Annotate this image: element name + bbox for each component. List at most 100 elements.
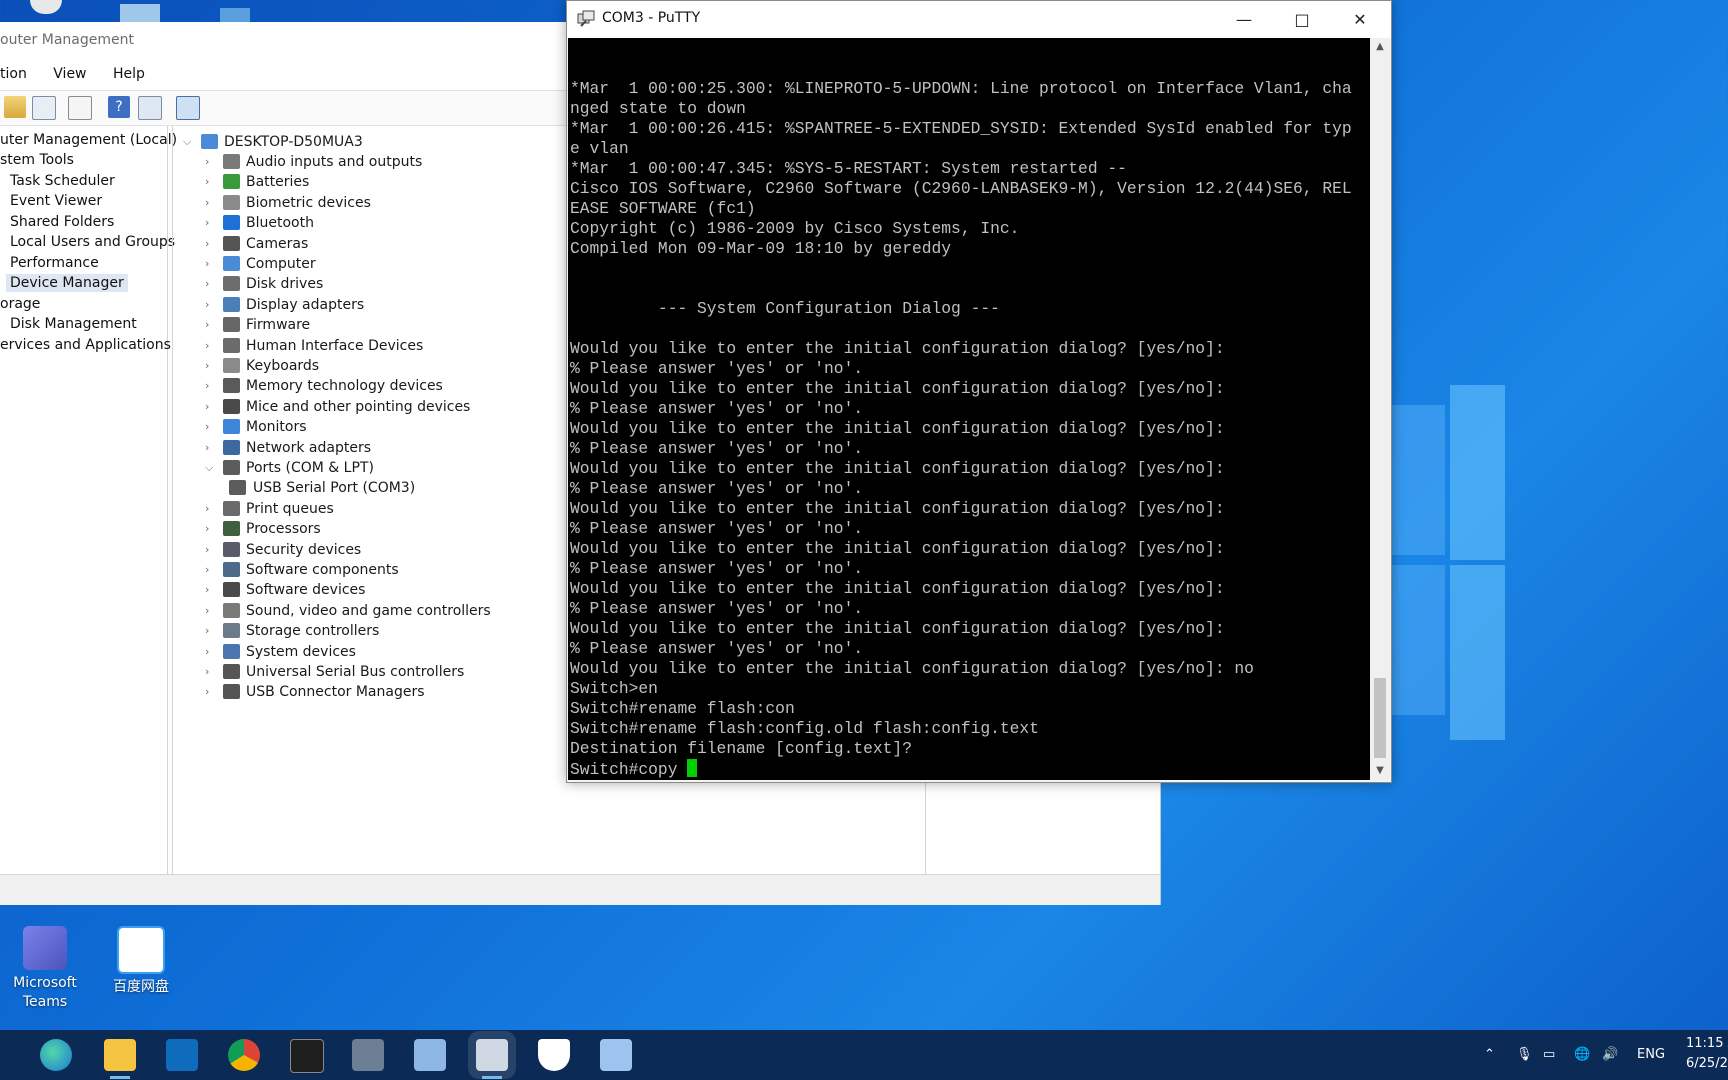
device-category[interactable]: › Display adapters bbox=[205, 295, 585, 315]
battery-icon[interactable]: ▭ bbox=[1543, 1030, 1555, 1080]
device-category[interactable]: › Mice and other pointing devices bbox=[205, 397, 585, 417]
device-category[interactable]: › USB Connector Managers bbox=[205, 682, 585, 702]
device-category[interactable]: › Processors bbox=[205, 519, 585, 539]
clock[interactable]: 11:15 A 6/25/2 bbox=[1686, 1034, 1728, 1074]
close-button[interactable]: ✕ bbox=[1331, 1, 1389, 38]
device-category[interactable]: › Storage controllers bbox=[205, 621, 585, 641]
view-toggle-icon[interactable] bbox=[138, 96, 162, 120]
device-category[interactable]: › Sound, video and game controllers bbox=[205, 601, 585, 621]
chevron-down-icon[interactable]: ⌵ bbox=[205, 458, 217, 478]
show-hide-tree-icon[interactable] bbox=[32, 96, 56, 120]
device-category[interactable]: › Human Interface Devices bbox=[205, 336, 585, 356]
device-category[interactable]: › Disk drives bbox=[205, 274, 585, 294]
menu-action[interactable]: tion bbox=[0, 66, 27, 82]
volume-icon[interactable]: 🔊 bbox=[1602, 1030, 1618, 1080]
edge-icon[interactable] bbox=[40, 1039, 72, 1071]
device-category[interactable]: › Network adapters bbox=[205, 438, 585, 458]
device-category[interactable]: USB Serial Port (COM3) bbox=[229, 478, 609, 498]
device-category[interactable]: › System devices bbox=[205, 642, 585, 662]
up-folder-icon[interactable] bbox=[4, 96, 26, 118]
device-category[interactable]: › Security devices bbox=[205, 540, 585, 560]
tree-shared-folders[interactable]: Shared Folders bbox=[10, 214, 114, 230]
chevron-right-icon[interactable]: › bbox=[205, 315, 217, 335]
desktop-icon-teams[interactable]: Microsoft Teams bbox=[0, 926, 90, 1012]
chevron-right-icon[interactable]: › bbox=[205, 519, 217, 539]
chevron-down-icon[interactable]: ⌵ bbox=[183, 132, 195, 152]
microphone-icon[interactable]: 🎙 bbox=[1516, 1030, 1533, 1080]
menu-view[interactable]: View bbox=[53, 66, 86, 82]
terminal-scrollbar[interactable]: ▲ ▼ bbox=[1370, 38, 1390, 780]
chevron-right-icon[interactable]: › bbox=[205, 193, 217, 213]
tree-event-viewer[interactable]: Event Viewer bbox=[10, 193, 102, 209]
chevron-right-icon[interactable]: › bbox=[205, 417, 217, 437]
terminal-screen[interactable]: *Mar 1 00:00:25.300: %LINEPROTO-5-UPDOWN… bbox=[568, 38, 1370, 780]
device-root[interactable]: ⌵ DESKTOP-D50MUA3 bbox=[183, 132, 523, 152]
security-icon[interactable] bbox=[538, 1039, 570, 1071]
device-category[interactable]: › Biometric devices bbox=[205, 193, 585, 213]
remote-icon[interactable] bbox=[600, 1039, 632, 1071]
chevron-right-icon[interactable]: › bbox=[205, 438, 217, 458]
chevron-right-icon[interactable]: › bbox=[205, 254, 217, 274]
chevron-right-icon[interactable]: › bbox=[205, 356, 217, 376]
device-category[interactable]: ⌵ Ports (COM & LPT) bbox=[205, 458, 585, 478]
device-category[interactable]: › Memory technology devices bbox=[205, 376, 585, 396]
device-category[interactable]: › Universal Serial Bus controllers bbox=[205, 662, 585, 682]
desktop-icon-baidu[interactable]: 百度网盘 bbox=[96, 926, 186, 997]
chevron-right-icon[interactable]: › bbox=[205, 540, 217, 560]
device-category[interactable]: › Cameras bbox=[205, 234, 585, 254]
minimize-button[interactable]: — bbox=[1215, 1, 1273, 38]
chevron-right-icon[interactable]: › bbox=[205, 376, 217, 396]
tree-task-scheduler[interactable]: Task Scheduler bbox=[10, 173, 115, 189]
device-category[interactable]: › Bluetooth bbox=[205, 213, 585, 233]
calculator-icon[interactable] bbox=[352, 1039, 384, 1071]
tree-system-tools[interactable]: stem Tools bbox=[0, 152, 74, 168]
help-icon[interactable]: ? bbox=[108, 96, 130, 118]
putty-title-bar[interactable]: COM3 - PuTTY — □ ✕ bbox=[567, 1, 1391, 38]
device-category[interactable]: › Computer bbox=[205, 254, 585, 274]
tree-storage[interactable]: orage bbox=[0, 296, 40, 312]
tree-performance[interactable]: Performance bbox=[10, 255, 99, 271]
tree-device-manager[interactable]: Device Manager bbox=[6, 274, 128, 292]
tree-local-users[interactable]: Local Users and Groups bbox=[10, 234, 175, 250]
chevron-right-icon[interactable]: › bbox=[205, 499, 217, 519]
device-category[interactable]: › Print queues bbox=[205, 499, 585, 519]
putty-taskbar-icon[interactable] bbox=[476, 1039, 508, 1079]
chevron-right-icon[interactable]: › bbox=[205, 397, 217, 417]
device-category[interactable]: › Audio inputs and outputs bbox=[205, 152, 585, 172]
chevron-right-icon[interactable]: › bbox=[205, 172, 217, 192]
language-indicator[interactable]: ENG bbox=[1637, 1030, 1665, 1080]
tree-root[interactable]: uter Management (Local) bbox=[0, 132, 177, 148]
device-category[interactable]: › Software components bbox=[205, 560, 585, 580]
terminal-icon[interactable] bbox=[290, 1039, 324, 1073]
chevron-right-icon[interactable]: › bbox=[205, 642, 217, 662]
device-category[interactable]: › Monitors bbox=[205, 417, 585, 437]
device-category[interactable]: › Keyboards bbox=[205, 356, 585, 376]
chevron-right-icon[interactable]: › bbox=[205, 274, 217, 294]
chevron-right-icon[interactable]: › bbox=[205, 682, 217, 702]
chevron-right-icon[interactable]: › bbox=[205, 580, 217, 600]
chevron-right-icon[interactable]: › bbox=[205, 662, 217, 682]
computer-management-icon[interactable] bbox=[414, 1039, 446, 1071]
outlook-icon[interactable] bbox=[166, 1039, 198, 1071]
tree-services-apps[interactable]: ervices and Applications bbox=[0, 337, 171, 353]
chrome-icon[interactable] bbox=[228, 1039, 260, 1071]
chevron-right-icon[interactable]: › bbox=[205, 336, 217, 356]
chevron-right-icon[interactable]: › bbox=[205, 295, 217, 315]
scrollbar-thumb[interactable] bbox=[1374, 678, 1386, 758]
properties-icon[interactable] bbox=[68, 96, 92, 120]
chevron-up-icon[interactable]: ⌃ bbox=[1484, 1030, 1495, 1080]
scan-hardware-icon[interactable] bbox=[176, 96, 200, 120]
scroll-up-arrow-icon[interactable]: ▲ bbox=[1370, 38, 1390, 56]
maximize-button[interactable]: □ bbox=[1273, 1, 1331, 38]
menu-help[interactable]: Help bbox=[113, 66, 145, 82]
chevron-right-icon[interactable]: › bbox=[205, 213, 217, 233]
chevron-right-icon[interactable]: › bbox=[205, 152, 217, 172]
scroll-down-arrow-icon[interactable]: ▼ bbox=[1370, 762, 1390, 780]
device-category[interactable]: › Batteries bbox=[205, 172, 585, 192]
globe-icon[interactable]: 🌐 bbox=[1574, 1030, 1590, 1080]
chevron-right-icon[interactable]: › bbox=[205, 560, 217, 580]
device-category[interactable]: › Software devices bbox=[205, 580, 585, 600]
file-explorer-icon[interactable] bbox=[104, 1039, 136, 1079]
device-category[interactable]: › Firmware bbox=[205, 315, 585, 335]
chevron-right-icon[interactable]: › bbox=[205, 234, 217, 254]
